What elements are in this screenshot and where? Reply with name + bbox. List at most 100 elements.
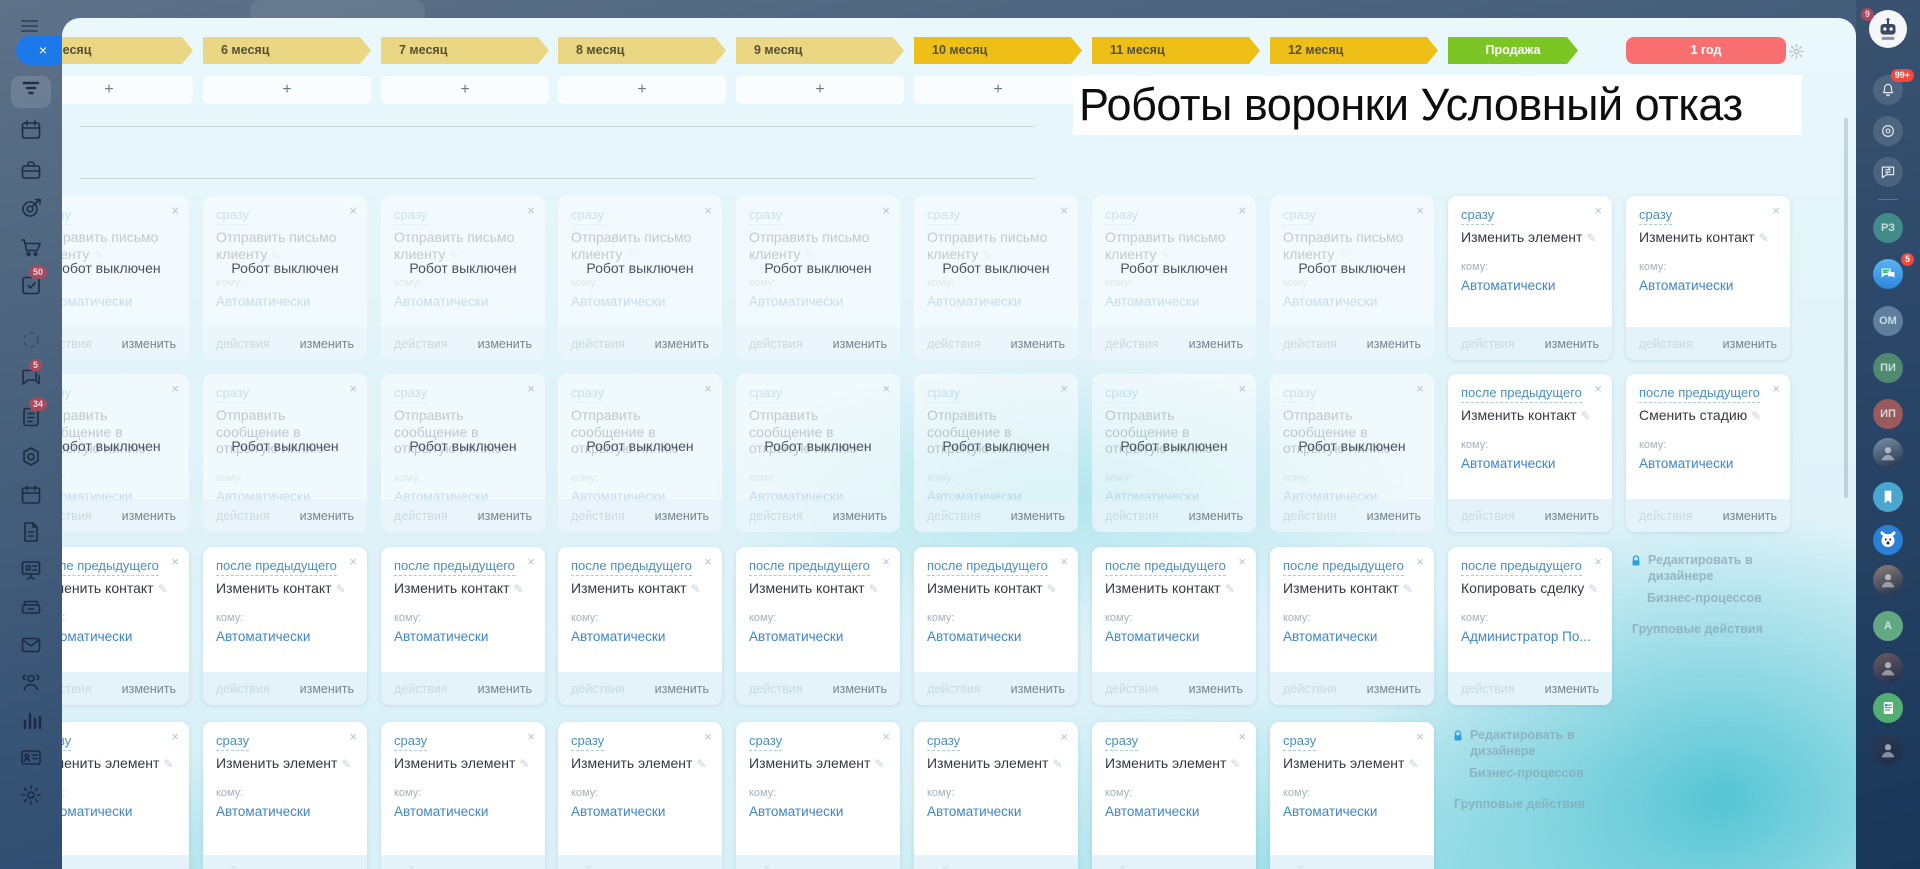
trigger-link[interactable]: сразу bbox=[62, 733, 72, 751]
footer-edit-link[interactable]: изменить bbox=[122, 682, 176, 696]
recipient-link[interactable]: Автоматически bbox=[394, 629, 532, 644]
footer-actions-link[interactable]: действия bbox=[1283, 509, 1337, 523]
close-card-icon[interactable]: × bbox=[171, 382, 179, 395]
recipient-link[interactable]: Автоматически bbox=[62, 629, 176, 644]
close-card-icon[interactable]: × bbox=[882, 204, 890, 217]
action-label[interactable]: Изменить элемент✎ bbox=[1105, 755, 1243, 772]
edit-pencil-icon[interactable]: ✎ bbox=[163, 757, 173, 771]
action-label[interactable]: Изменить контакт✎ bbox=[1639, 229, 1777, 246]
action-label[interactable]: Изменить элемент✎ bbox=[62, 755, 176, 772]
trigger-link[interactable]: сразу bbox=[571, 733, 605, 751]
trigger-link[interactable]: после предыдущего bbox=[1639, 385, 1760, 403]
footer-actions-link[interactable]: действия bbox=[394, 337, 448, 351]
close-card-icon[interactable]: × bbox=[1594, 555, 1602, 568]
footer-actions-link[interactable]: действия bbox=[1461, 509, 1515, 523]
trigger-link[interactable]: после предыдущего bbox=[394, 558, 515, 576]
footer-edit-link[interactable]: изменить bbox=[655, 682, 709, 696]
close-card-icon[interactable]: × bbox=[1594, 204, 1602, 217]
stage-tab-8[interactable]: 12 месяц bbox=[1270, 37, 1438, 64]
footer-edit-link[interactable]: изменить bbox=[655, 337, 709, 351]
dialogs[interactable] bbox=[1873, 157, 1903, 187]
footer-actions-link[interactable]: действия bbox=[1283, 682, 1337, 696]
action-label[interactable]: Отправить письмо клиенту✎ bbox=[571, 229, 709, 263]
automation-card[interactable]: × после предыдущего Изменить контакт✎ кому:… bbox=[1448, 374, 1612, 532]
automation-card[interactable]: ×сразуОтправить сообщение в открытую лин… bbox=[914, 374, 1078, 532]
edit-pencil-icon[interactable]: ✎ bbox=[519, 757, 529, 771]
sidebar-item-contacts[interactable] bbox=[19, 670, 43, 694]
footer-actions-link[interactable]: действия bbox=[62, 682, 92, 696]
automation-card[interactable]: × сразу Изменить элемент✎ кому: Автоматическ… bbox=[558, 722, 722, 869]
account-robot-avatar[interactable] bbox=[1869, 10, 1907, 48]
action-label[interactable]: Изменить контакт✎ bbox=[1105, 580, 1243, 597]
footer-edit-link[interactable]: изменить bbox=[478, 682, 532, 696]
action-label[interactable]: Изменить контакт✎ bbox=[571, 580, 709, 597]
automation-card[interactable]: × после предыдущего Изменить контакт✎ кому:… bbox=[914, 547, 1078, 705]
footer-edit-link[interactable]: изменить bbox=[1367, 509, 1421, 523]
footer-actions-link[interactable]: действия bbox=[394, 682, 448, 696]
recipient-link[interactable]: Автоматически bbox=[927, 804, 1065, 819]
dog-app[interactable] bbox=[1873, 525, 1903, 555]
recipient-link[interactable]: Автоматически bbox=[1639, 456, 1777, 471]
user-om[interactable]: ОМ bbox=[1873, 306, 1903, 336]
add-robot-button[interactable]: + bbox=[736, 76, 904, 104]
sidebar-item-funnel-filter[interactable] bbox=[19, 76, 43, 100]
close-card-icon[interactable]: × bbox=[704, 382, 712, 395]
close-card-icon[interactable]: × bbox=[171, 555, 179, 568]
edit-pencil-icon[interactable]: ✎ bbox=[341, 757, 351, 771]
trigger-link[interactable]: сразу bbox=[394, 385, 428, 403]
sidebar-item-purchases[interactable] bbox=[19, 235, 43, 259]
edit-pencil-icon[interactable]: ✎ bbox=[1586, 231, 1596, 245]
footer-actions-link[interactable]: действия bbox=[749, 682, 803, 696]
trigger-link[interactable]: после предыдущего bbox=[749, 558, 870, 576]
footer-edit-link[interactable]: изменить bbox=[300, 865, 354, 869]
footer-actions-link[interactable]: действия bbox=[749, 337, 803, 351]
user-photo-2[interactable] bbox=[1873, 565, 1903, 595]
sidebar-item-requisites[interactable] bbox=[19, 745, 43, 769]
footer-edit-link[interactable]: изменить bbox=[478, 865, 532, 869]
footer-actions-link[interactable]: действия bbox=[62, 509, 92, 523]
trigger-link[interactable]: после предыдущего bbox=[1461, 385, 1582, 403]
action-label[interactable]: Отправить письмо клиенту✎ bbox=[394, 229, 532, 263]
action-label[interactable]: Сменить стадию ✎ bbox=[1639, 407, 1777, 424]
recipient-link[interactable]: Автоматически bbox=[1105, 804, 1243, 819]
action-label[interactable]: Изменить контакт✎ bbox=[1461, 407, 1599, 424]
footer-actions-link[interactable]: действия bbox=[394, 509, 448, 523]
stage-tab-4[interactable]: 8 месяц bbox=[558, 37, 726, 64]
recipient-link[interactable]: Автоматически bbox=[1283, 629, 1421, 644]
recipient-link[interactable]: Автоматически bbox=[216, 294, 354, 309]
trigger-link[interactable]: сразу bbox=[749, 207, 783, 225]
automation-card[interactable]: ×сразуОтправить сообщение в открытую лин… bbox=[1092, 374, 1256, 532]
stage-tab-2[interactable]: 6 месяц bbox=[203, 37, 371, 64]
footer-actions-link[interactable]: действия bbox=[1639, 337, 1693, 351]
recents[interactable] bbox=[1873, 116, 1903, 146]
close-card-icon[interactable]: × bbox=[1238, 382, 1246, 395]
recipient-link[interactable]: Автоматически bbox=[749, 294, 887, 309]
edit-pencil-icon[interactable]: ✎ bbox=[1225, 582, 1235, 596]
footer-actions-link[interactable]: действия bbox=[62, 865, 92, 869]
footer-actions-link[interactable]: действия bbox=[62, 337, 92, 351]
trigger-link[interactable]: после предыдущего bbox=[216, 558, 337, 576]
recipient-link[interactable]: Автоматически bbox=[1461, 278, 1599, 293]
action-label[interactable]: Отправить письмо клиенту✎ bbox=[927, 229, 1065, 263]
footer-edit-link[interactable]: изменить bbox=[1011, 509, 1065, 523]
automation-card[interactable]: × сразу Отправить письмо клиенту✎ кому: Авто… bbox=[558, 196, 722, 360]
close-card-icon[interactable]: × bbox=[1238, 730, 1246, 743]
action-label[interactable]: Отправить письмо клиенту✎ bbox=[1105, 229, 1243, 263]
automation-card[interactable]: × сразу Отправить письмо клиенту✎ кому: Авто… bbox=[1270, 196, 1434, 360]
trigger-link[interactable]: после предыдущего bbox=[571, 558, 692, 576]
footer-actions-link[interactable]: действия bbox=[1461, 682, 1515, 696]
footer-edit-link[interactable]: изменить bbox=[1189, 337, 1243, 351]
user-photo-4[interactable] bbox=[1873, 735, 1903, 765]
footer-actions-link[interactable]: действия bbox=[216, 509, 270, 523]
automation-card[interactable]: × сразу Изменить контакт ✎ кому: Автоматическ… bbox=[1626, 196, 1790, 360]
footer-edit-link[interactable]: изменить bbox=[1011, 865, 1065, 869]
close-card-icon[interactable]: × bbox=[349, 730, 357, 743]
stage-tab-1[interactable]: 5 месяц bbox=[62, 37, 193, 64]
hamburger-menu-icon[interactable] bbox=[21, 17, 38, 35]
footer-edit-link[interactable]: изменить bbox=[1545, 337, 1599, 351]
action-label[interactable]: Изменить элемент✎ bbox=[1283, 755, 1421, 772]
close-card-icon[interactable]: × bbox=[527, 204, 535, 217]
footer-actions-link[interactable]: действия bbox=[1639, 509, 1693, 523]
stage-tab-6[interactable]: 10 месяц bbox=[914, 37, 1082, 64]
automation-card[interactable]: × после предыдущего Копировать сделку ✎ кому… bbox=[1448, 547, 1612, 705]
